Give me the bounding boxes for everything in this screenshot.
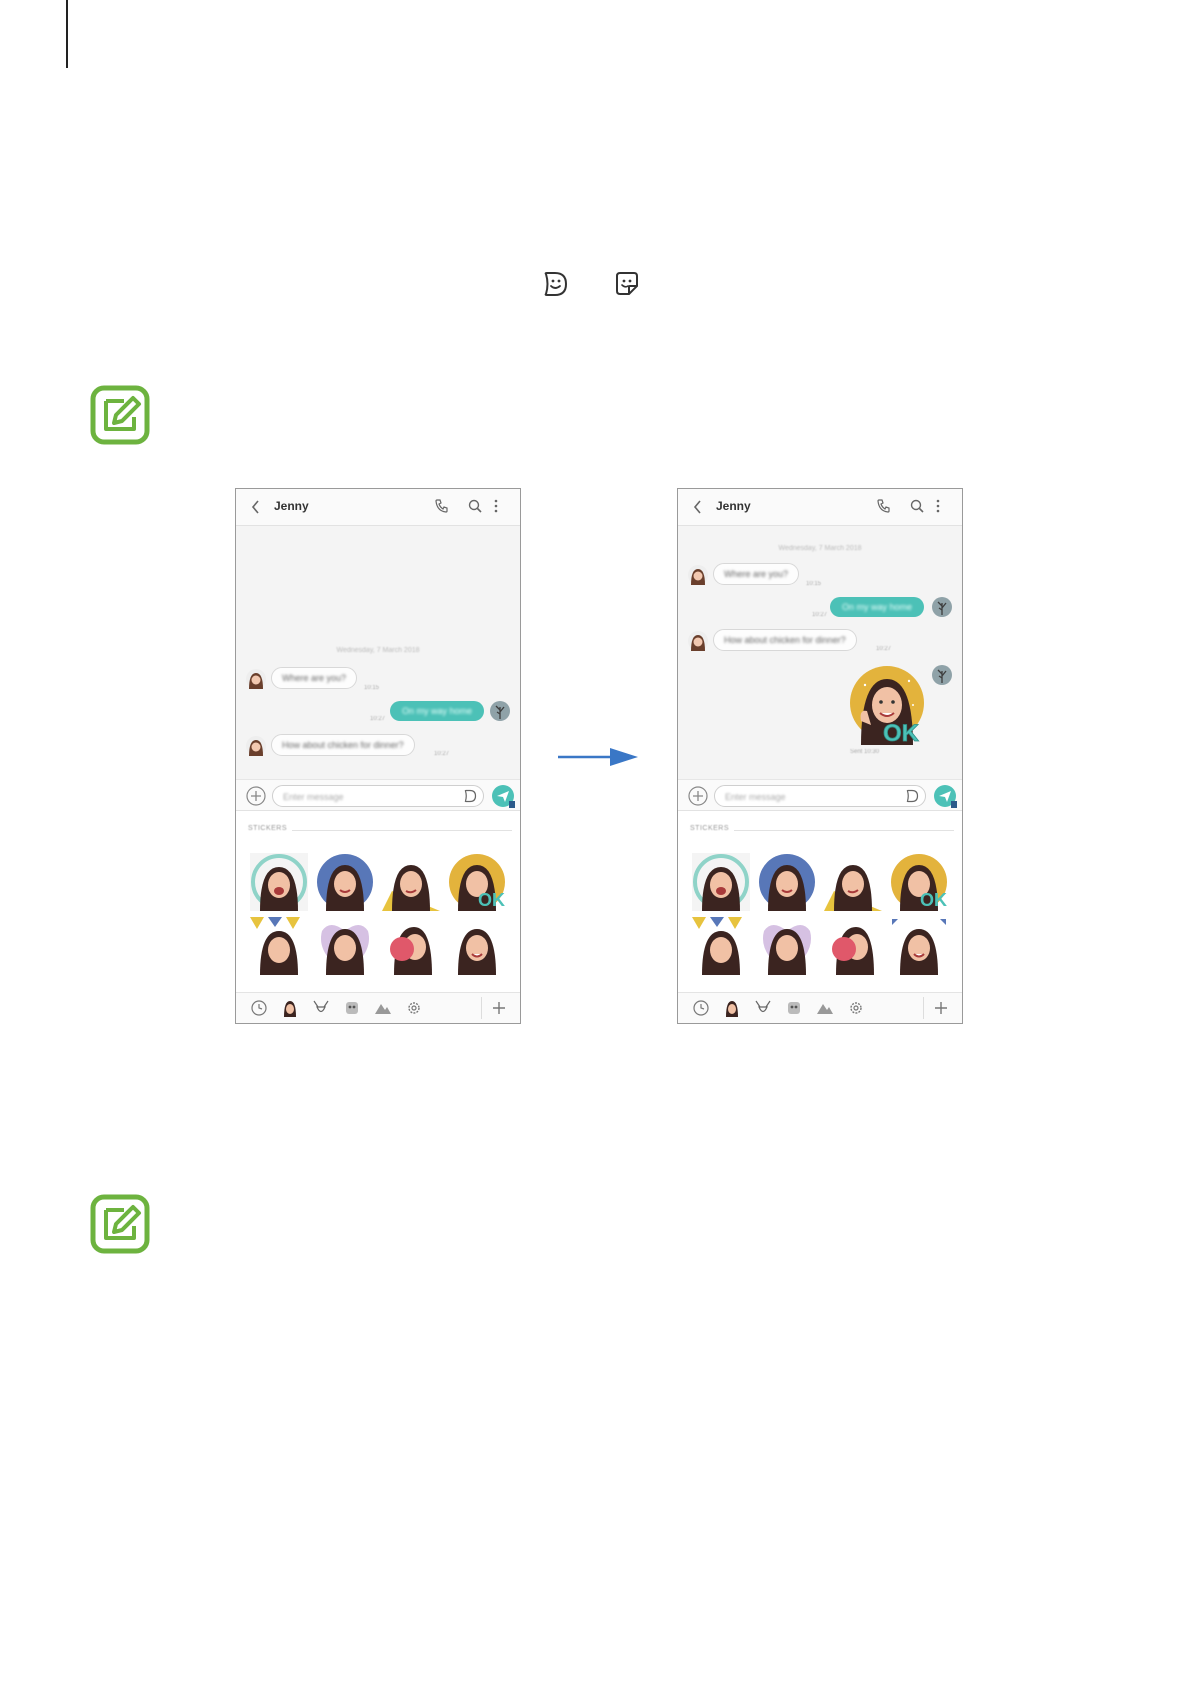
- my-avatar: [932, 597, 952, 617]
- message-in: How about chicken for dinner?: [271, 734, 415, 756]
- date-divider: Wednesday, 7 March 2018: [778, 545, 862, 552]
- message-composer: Enter message: [678, 779, 962, 812]
- message-in: How about chicken for dinner?: [713, 629, 857, 651]
- svg-text:OK: OK: [920, 890, 947, 910]
- sticker-wave[interactable]: [448, 917, 506, 975]
- sticker-heart[interactable]: [758, 917, 816, 975]
- message-time: 10:27: [812, 612, 828, 618]
- character-sticker-tab-icon[interactable]: [785, 999, 803, 1017]
- add-attachment-icon[interactable]: [688, 786, 708, 806]
- app-bar: Jenny: [236, 489, 520, 526]
- sticker-icon: [616, 272, 638, 295]
- note-icon: [90, 385, 150, 445]
- character-sticker-tab-icon[interactable]: [343, 999, 361, 1017]
- sent-sticker-ok: OK: [850, 666, 924, 745]
- sticker-smile-blue[interactable]: [316, 853, 374, 911]
- contact-name: Jenny: [716, 499, 751, 513]
- more-options-icon[interactable]: [492, 498, 500, 514]
- emoji-sticker-icon[interactable]: [463, 789, 477, 803]
- recent-icon[interactable]: [692, 999, 710, 1017]
- app-bar: Jenny: [678, 489, 962, 526]
- sticker-tabs: [678, 992, 962, 1023]
- phone-screen-after: Jenny Wednesday, 7 March 2018 Where are …: [677, 488, 963, 1024]
- add-stickers-icon[interactable]: [490, 999, 508, 1017]
- emoji-sticker-icon[interactable]: [905, 789, 919, 803]
- stickers-label: STICKERS: [690, 825, 730, 832]
- date-divider: Wednesday, 7 March 2018: [336, 647, 420, 654]
- contact-avatar: [688, 565, 708, 585]
- stickers-label: STICKERS: [248, 825, 288, 832]
- avatar-sticker-tab-icon[interactable]: [723, 999, 741, 1017]
- message-input[interactable]: Enter message: [714, 785, 926, 807]
- divider: [923, 997, 924, 1019]
- settings-icon[interactable]: [405, 999, 423, 1017]
- contact-avatar: [246, 736, 266, 756]
- avatar-sticker-tab-icon[interactable]: [281, 999, 299, 1017]
- sticker-smirk[interactable]: [382, 853, 440, 911]
- contact-avatar: [246, 669, 266, 689]
- note-icon: [90, 1194, 150, 1254]
- sticker-ok[interactable]: OK: [448, 853, 506, 911]
- sticker-bubblegum[interactable]: [824, 917, 882, 975]
- recent-icon[interactable]: [250, 999, 268, 1017]
- more-options-icon[interactable]: [934, 498, 942, 514]
- message-composer: Enter message: [236, 779, 520, 812]
- message-time: 10:27: [370, 716, 386, 722]
- settings-icon[interactable]: [847, 999, 865, 1017]
- search-icon[interactable]: [467, 498, 483, 514]
- message-input[interactable]: Enter message: [272, 785, 484, 807]
- contact-avatar: [688, 631, 708, 651]
- send-icon[interactable]: [492, 785, 516, 809]
- phone-screen-before: Jenny Wednesday, 7 March 2018 Where are …: [235, 488, 521, 1024]
- add-stickers-icon[interactable]: [932, 999, 950, 1017]
- svg-text:OK: OK: [883, 720, 920, 745]
- message-time: 10:15: [364, 685, 380, 691]
- sticker-party[interactable]: [250, 917, 308, 975]
- sticker-ok[interactable]: OK: [890, 853, 948, 911]
- sticker-wave[interactable]: [890, 917, 948, 975]
- message-in: Where are you?: [271, 667, 358, 689]
- divider: [481, 997, 482, 1019]
- sticker-bubblegum[interactable]: [382, 917, 440, 975]
- search-icon[interactable]: [909, 498, 925, 514]
- page-margin-line: [66, 0, 68, 68]
- sticker-panel: STICKERS OK: [678, 810, 962, 1023]
- back-icon[interactable]: [250, 498, 262, 516]
- sticker-tabs: [236, 992, 520, 1023]
- message-time: 10:27: [876, 646, 892, 652]
- message-out: On my way home: [830, 597, 925, 617]
- add-attachment-icon[interactable]: [246, 786, 266, 806]
- sticker-smirk[interactable]: [824, 853, 882, 911]
- sticker-laughing[interactable]: [250, 853, 308, 911]
- transition-arrow: [558, 748, 638, 766]
- back-icon[interactable]: [692, 498, 704, 516]
- dog-sticker-tab-icon[interactable]: [754, 999, 772, 1017]
- divider: [734, 830, 954, 831]
- send-icon[interactable]: [934, 785, 958, 809]
- emoji-sticker-icon: [544, 272, 568, 296]
- dog-sticker-tab-icon[interactable]: [312, 999, 330, 1017]
- sticker-smile-blue[interactable]: [758, 853, 816, 911]
- phone-icon[interactable]: [434, 498, 450, 514]
- contact-name: Jenny: [274, 499, 309, 513]
- message-time: 10:15: [806, 581, 822, 587]
- sticker-laughing[interactable]: [692, 853, 750, 911]
- my-avatar: [932, 665, 952, 685]
- mountain-sticker-tab-icon[interactable]: [816, 999, 834, 1017]
- message-time: 10:27: [434, 751, 450, 757]
- sticker-panel: STICKERS OK: [236, 810, 520, 1023]
- my-avatar: [490, 701, 510, 721]
- message-in: Where are you?: [713, 563, 800, 585]
- divider: [292, 830, 512, 831]
- phone-icon[interactable]: [876, 498, 892, 514]
- mountain-sticker-tab-icon[interactable]: [374, 999, 392, 1017]
- sticker-sent-time: Sent 10:30: [850, 749, 880, 755]
- sticker-party[interactable]: [692, 917, 750, 975]
- sticker-heart[interactable]: [316, 917, 374, 975]
- svg-text:OK: OK: [478, 890, 505, 910]
- message-out: On my way home: [390, 701, 485, 721]
